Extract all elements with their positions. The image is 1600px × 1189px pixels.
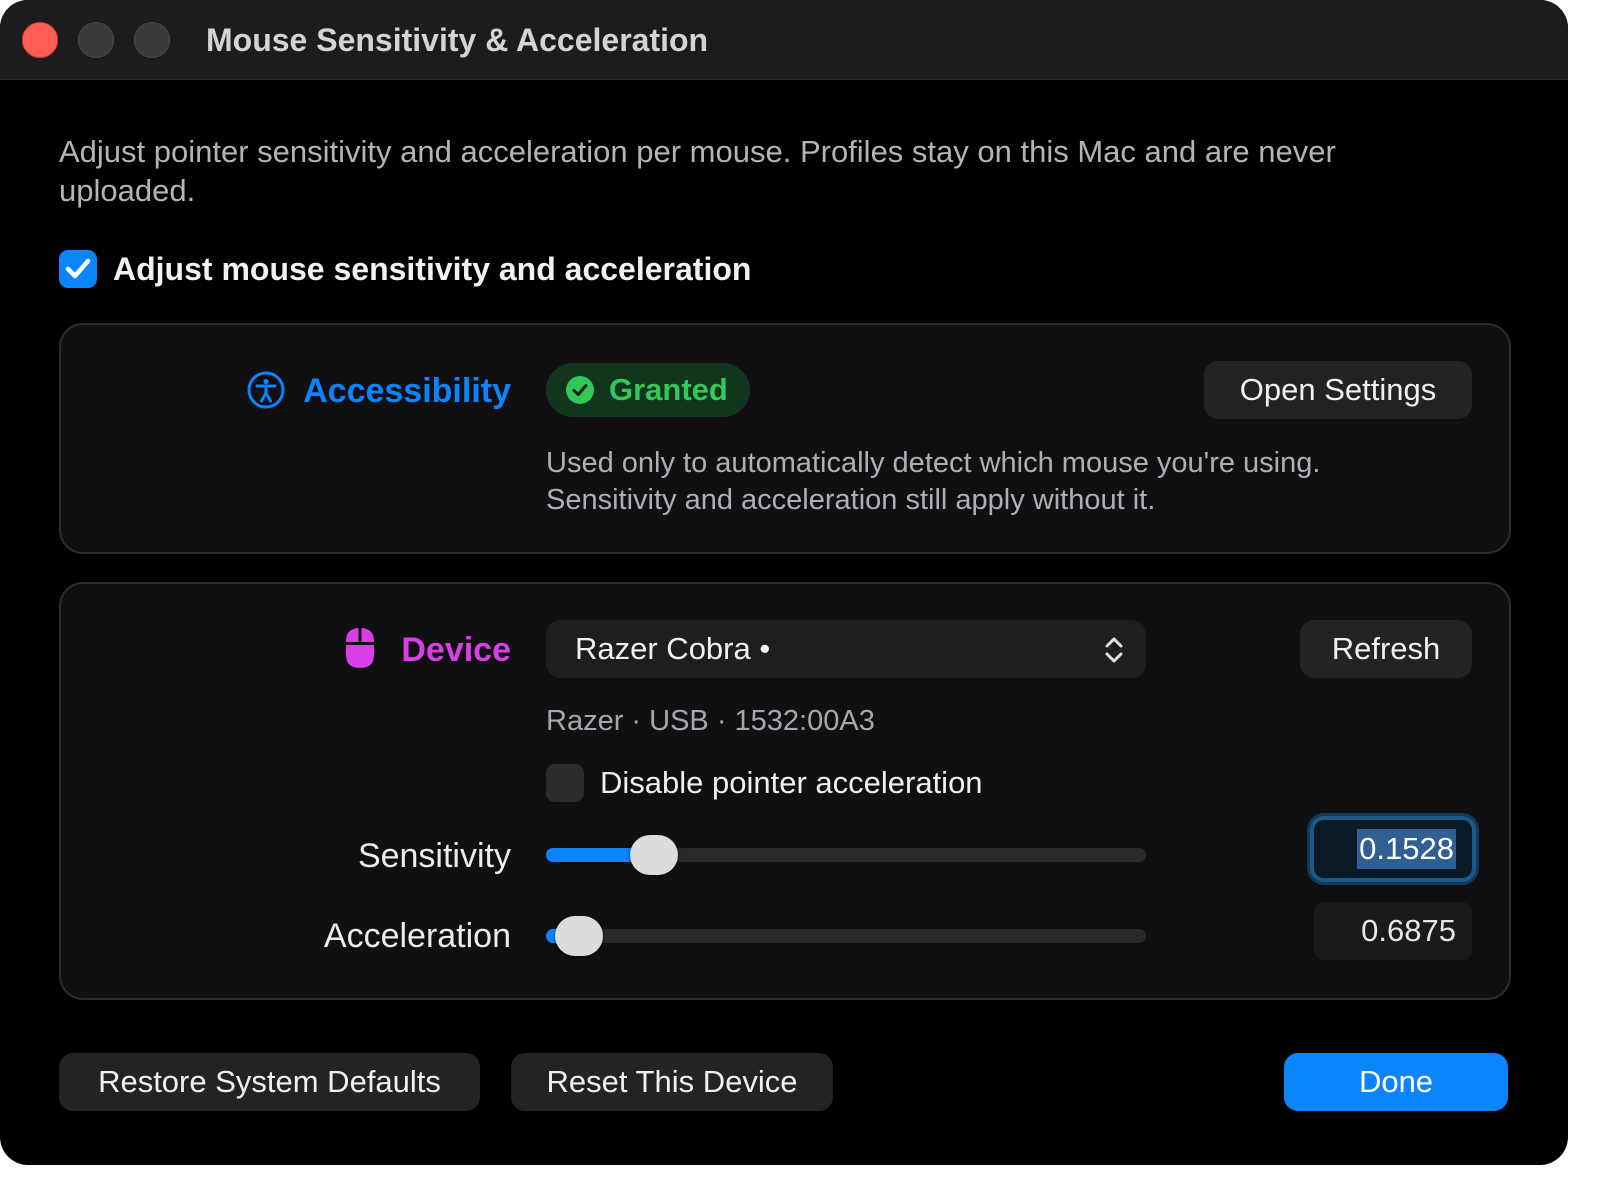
disable-acceleration-checkbox[interactable] (546, 764, 584, 802)
checkmark-circle-icon (566, 376, 594, 404)
accessibility-label: Accessibility (303, 372, 511, 410)
sensitivity-slider-thumb[interactable] (630, 835, 678, 875)
accessibility-panel: Accessibility Granted Open Settings Used… (59, 323, 1511, 554)
sensitivity-value-field[interactable]: 0.1528 (1314, 820, 1472, 878)
checkmark-icon (65, 258, 91, 279)
adjust-mouse-label: Adjust mouse sensitivity and acceleratio… (113, 251, 752, 287)
device-label: Device (401, 631, 511, 669)
done-button[interactable]: Done (1284, 1053, 1508, 1111)
acceleration-label: Acceleration (323, 917, 511, 955)
sensitivity-value: 0.1528 (1357, 829, 1456, 869)
acceleration-slider-thumb[interactable] (555, 916, 603, 956)
zoom-window-button[interactable] (134, 22, 170, 58)
acceleration-slider[interactable] (546, 916, 1146, 956)
accessibility-icon (247, 371, 285, 409)
device-select[interactable]: Razer Cobra • (546, 620, 1146, 678)
status-badge: Granted (546, 363, 750, 417)
device-meta: Razer · USB · 1532:00A3 (546, 705, 875, 737)
acceleration-value: 0.6875 (1361, 913, 1456, 948)
adjust-mouse-checkbox[interactable] (59, 250, 97, 288)
window-title: Mouse Sensitivity & Acceleration (206, 22, 709, 58)
disable-acceleration-label: Disable pointer acceleration (600, 765, 983, 800)
accessibility-description: Used only to automatically detect which … (546, 447, 1321, 516)
close-window-button[interactable] (22, 22, 58, 58)
acceleration-value-field[interactable]: 0.6875 (1314, 902, 1472, 960)
restore-system-defaults-button[interactable]: Restore System Defaults (59, 1053, 480, 1111)
open-settings-button[interactable]: Open Settings (1204, 361, 1472, 419)
chevron-up-down-icon (1105, 637, 1123, 663)
refresh-button[interactable]: Refresh (1300, 620, 1472, 678)
minimize-window-button[interactable] (78, 22, 114, 58)
sensitivity-label: Sensitivity (357, 837, 511, 875)
settings-window: Mouse Sensitivity & Acceleration Adjust … (0, 0, 1568, 1165)
sensitivity-slider[interactable] (546, 835, 1146, 875)
intro-text: Adjust pointer sensitivity and accelerat… (59, 134, 1336, 208)
device-panel: Device Razer Cobra • Refresh Razer · USB… (59, 582, 1511, 1000)
title-bar: Mouse Sensitivity & Acceleration (0, 0, 1568, 80)
status-badge-text: Granted (609, 372, 728, 407)
mouse-icon (346, 628, 374, 668)
device-select-value: Razer Cobra • (575, 631, 771, 666)
reset-this-device-button[interactable]: Reset This Device (511, 1053, 833, 1111)
